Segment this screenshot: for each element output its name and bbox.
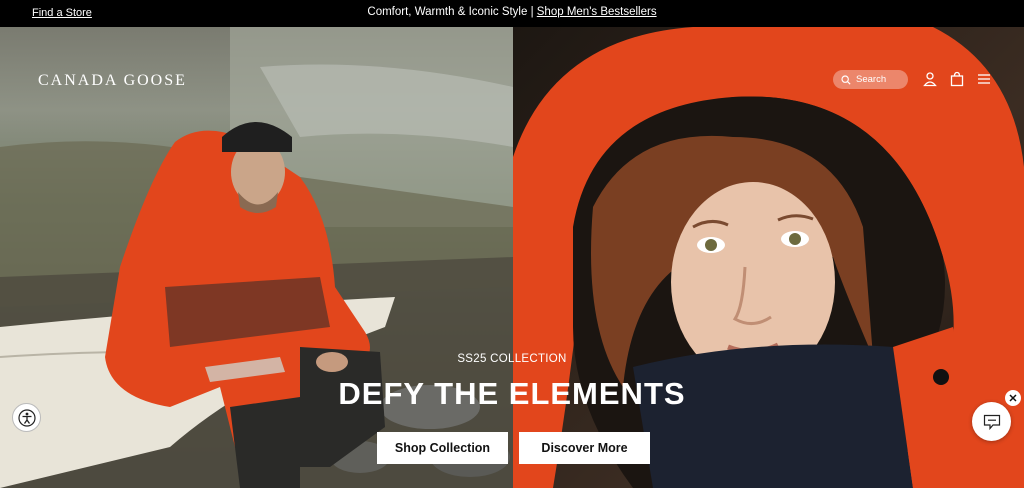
promo-link[interactable]: Shop Men's Bestsellers <box>537 6 657 18</box>
close-icon: ✕ <box>1008 392 1018 405</box>
brand-logo[interactable]: CANADA GOOSE <box>38 72 187 90</box>
chat-icon <box>983 414 1000 430</box>
accessibility-icon <box>17 408 36 427</box>
bag-icon[interactable] <box>949 71 965 87</box>
search-placeholder: Search <box>856 74 887 85</box>
accessibility-button[interactable] <box>12 403 41 432</box>
shop-collection-button[interactable]: Shop Collection <box>377 432 508 464</box>
promo-message: Comfort, Warmth & Iconic Style | Shop Me… <box>0 6 1024 18</box>
chat-button[interactable] <box>972 402 1011 441</box>
discover-more-button[interactable]: Discover More <box>519 432 650 464</box>
menu-icon[interactable] <box>976 71 992 87</box>
hero-banner: CANADA GOOSE Search <box>0 27 1024 488</box>
promo-text: Comfort, Warmth & Iconic Style | <box>367 6 537 18</box>
hero-image-right-art <box>513 27 1024 488</box>
search-icon <box>841 74 851 85</box>
hero-image-right <box>513 27 1024 488</box>
chat-close-button[interactable]: ✕ <box>1005 390 1021 406</box>
collection-eyebrow: SS25 COLLECTION <box>457 353 567 365</box>
hero-image-left-art <box>0 27 513 488</box>
announcement-bar: Find a Store Comfort, Warmth & Iconic St… <box>0 0 1024 27</box>
hero-image-left <box>0 27 513 488</box>
account-icon[interactable] <box>922 71 938 87</box>
hero-headline: DEFY THE ELEMENTS <box>338 376 686 411</box>
search-bar[interactable]: Search <box>833 70 908 89</box>
